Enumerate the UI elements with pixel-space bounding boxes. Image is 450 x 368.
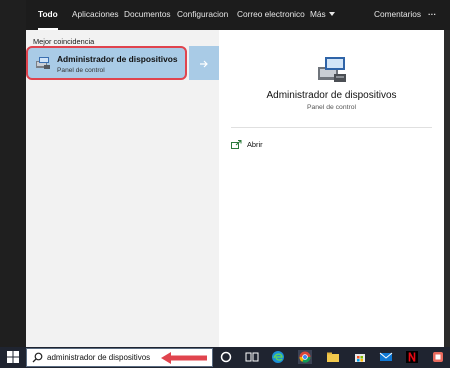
expand-arrow-button[interactable] bbox=[189, 46, 219, 80]
tab-label: Más bbox=[310, 9, 326, 19]
tab-aplicaciones[interactable]: Aplicaciones bbox=[72, 0, 119, 30]
tab-label: Todo bbox=[38, 9, 58, 19]
more-options-icon: ··· bbox=[428, 9, 437, 19]
open-label: Abrir bbox=[247, 140, 263, 149]
scrollbar-area bbox=[444, 30, 450, 347]
open-action[interactable]: Abrir bbox=[231, 139, 331, 151]
folder-icon[interactable] bbox=[326, 350, 340, 364]
open-icon bbox=[231, 140, 242, 149]
feedback-button[interactable]: Comentarios bbox=[374, 0, 421, 30]
results-panel: Mejor coincidencia Administrador de disp… bbox=[26, 30, 219, 347]
arrow-right-icon bbox=[200, 60, 208, 68]
search-icon bbox=[32, 352, 43, 363]
netflix-icon[interactable] bbox=[405, 350, 419, 364]
more-options-button[interactable]: ··· bbox=[428, 0, 436, 30]
preview-panel: Administrador de dispositivos Panel de c… bbox=[219, 30, 444, 347]
device-manager-icon bbox=[318, 57, 346, 82]
tab-mas[interactable]: Más bbox=[310, 0, 335, 30]
preview-subtitle: Panel de control bbox=[306, 104, 357, 111]
store-icon[interactable] bbox=[353, 350, 367, 364]
tab-todo[interactable]: Todo bbox=[38, 0, 58, 30]
tab-label: Aplicaciones bbox=[72, 9, 119, 19]
edge-icon[interactable] bbox=[271, 350, 285, 364]
device-manager-icon bbox=[36, 57, 50, 69]
chevron-down-icon bbox=[328, 12, 335, 16]
preview-title: Administrador de dispositivos bbox=[266, 90, 397, 101]
best-match-result[interactable]: Administrador de dispositivos Panel de c… bbox=[26, 46, 187, 80]
search-input[interactable]: administrador de dispositivos bbox=[47, 353, 150, 362]
best-match-subtitle: Panel de control bbox=[57, 67, 105, 74]
windows-start-icon[interactable] bbox=[6, 350, 20, 364]
cortana-icon[interactable] bbox=[219, 350, 233, 364]
tab-correo-electronico[interactable]: Correo electronico bbox=[237, 0, 305, 30]
divider bbox=[231, 127, 432, 128]
best-match-title: Administrador de dispositivos bbox=[57, 54, 178, 64]
tab-label: Configuracion bbox=[177, 9, 229, 19]
search-tabs-bar: Todo Aplicaciones Documentos Configuraci… bbox=[26, 0, 450, 30]
app-icon[interactable] bbox=[431, 350, 445, 364]
taskbar: administrador de dispositivos bbox=[0, 347, 450, 368]
mail-icon[interactable] bbox=[379, 350, 393, 364]
chrome-icon[interactable] bbox=[298, 350, 312, 364]
tab-label: Correo electronico bbox=[237, 9, 305, 19]
tab-label: Documentos bbox=[124, 9, 171, 19]
task-view-icon[interactable] bbox=[245, 350, 259, 364]
search-window: Todo Aplicaciones Documentos Configuraci… bbox=[0, 0, 450, 368]
feedback-label: Comentarios bbox=[374, 9, 422, 19]
taskbar-search-box[interactable]: administrador de dispositivos bbox=[26, 348, 213, 367]
annotation-arrow-icon bbox=[161, 352, 207, 364]
tab-configuracion[interactable]: Configuracion bbox=[177, 0, 228, 30]
tab-documentos[interactable]: Documentos bbox=[124, 0, 171, 30]
best-match-heading: Mejor coincidencia bbox=[33, 37, 95, 46]
